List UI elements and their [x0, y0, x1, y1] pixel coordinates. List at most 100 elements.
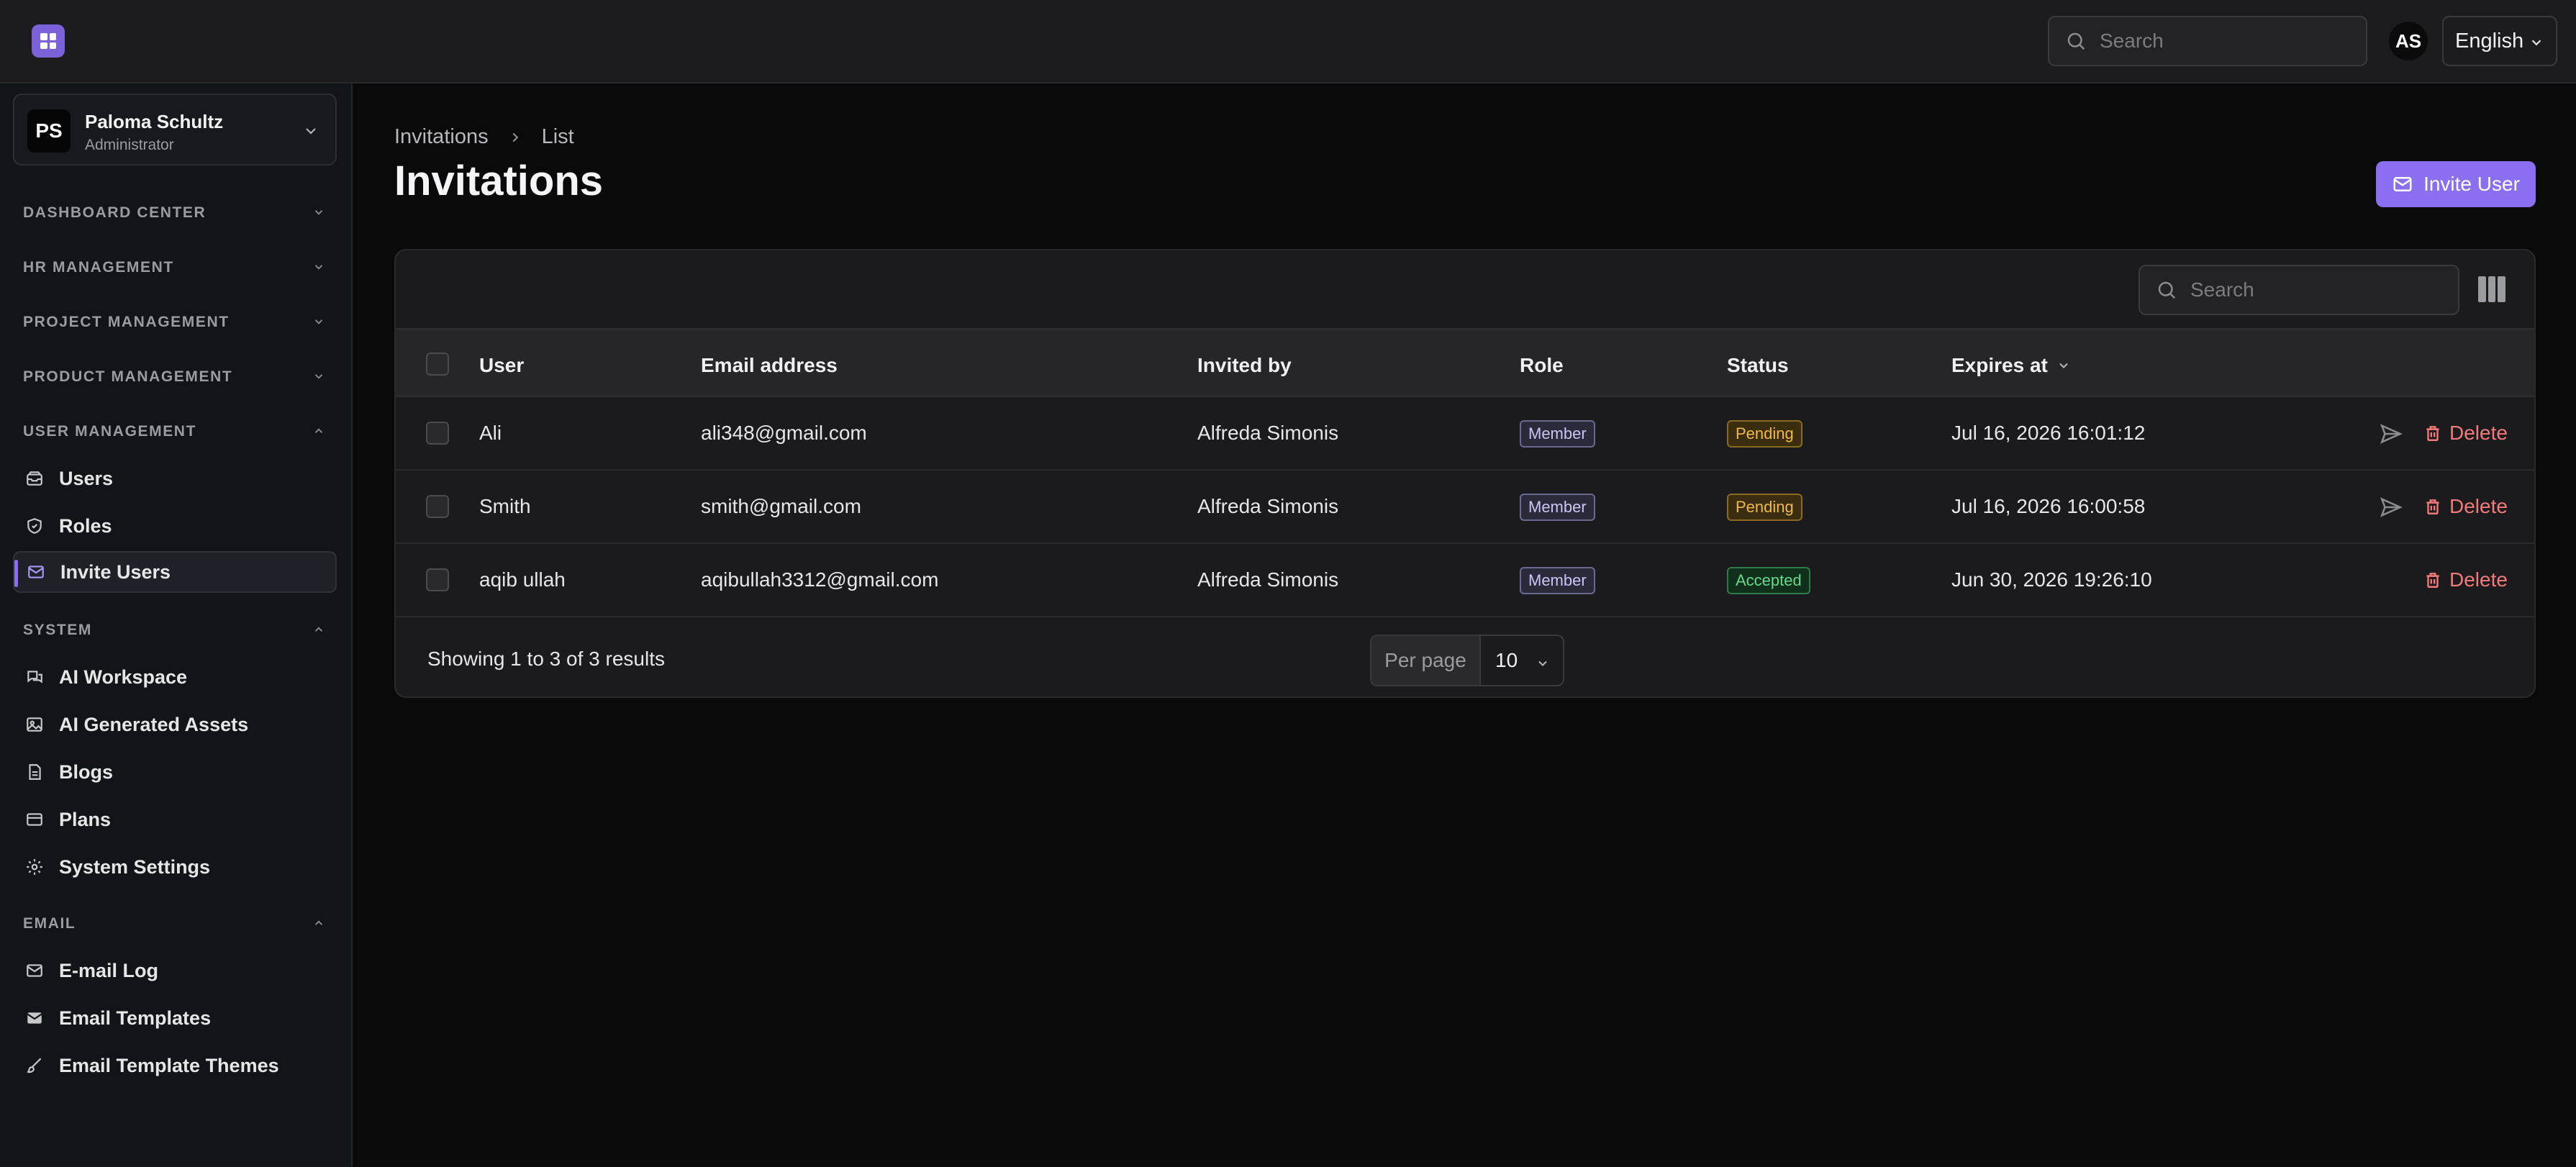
table-search-box[interactable]	[2139, 265, 2459, 315]
chevron-down-icon[interactable]	[312, 260, 325, 273]
global-search-input[interactable]	[2100, 29, 2337, 53]
per-page-value[interactable]: 10	[1481, 636, 1563, 685]
section-system[interactable]: SYSTEM	[23, 622, 92, 639]
cell-invited-by: Alfreda Simonis	[1197, 422, 1339, 444]
sidebar-item-plans[interactable]: Plans	[13, 799, 337, 840]
user-name: Paloma Schultz	[85, 111, 224, 132]
chevron-down-icon[interactable]	[312, 315, 325, 328]
sidebar-item-label: Email Template Themes	[59, 1054, 279, 1076]
breadcrumb-invitations[interactable]: Invitations	[394, 125, 489, 149]
resend-send-icon[interactable]	[2379, 422, 2403, 446]
sidebar: PS Paloma Schultz Administrator DASHBOAR…	[0, 83, 353, 1167]
user-avatar[interactable]: AS	[2389, 22, 2428, 60]
section-dashboard-center[interactable]: DASHBOARD CENTER	[23, 204, 206, 222]
section-user-management[interactable]: USER MANAGEMENT	[23, 423, 196, 440]
chevron-up-icon[interactable]	[312, 623, 325, 636]
gear-icon	[27, 859, 42, 875]
column-header-user: User	[479, 354, 525, 376]
users-inbox-icon	[27, 471, 42, 486]
row-checkbox[interactable]	[426, 495, 449, 518]
chevron-right-icon	[512, 132, 518, 142]
sidebar-item-ai-generated-assets[interactable]: AI Generated Assets	[13, 704, 337, 745]
column-header-email: Email address	[701, 354, 838, 376]
breadcrumb: Invitations List	[394, 125, 574, 149]
table-search-input[interactable]	[2190, 278, 2428, 301]
delete-button[interactable]: Delete	[2423, 422, 2508, 445]
cell-expires-at: Jun 30, 2026 19:26:10	[1951, 568, 2152, 591]
global-search-box[interactable]	[2048, 16, 2367, 66]
envelope-icon	[2393, 177, 2412, 191]
row-checkbox[interactable]	[426, 568, 449, 591]
app-logo-icon[interactable]	[32, 24, 65, 58]
results-summary: Showing 1 to 3 of 3 results	[427, 648, 665, 670]
chevron-down-icon[interactable]	[312, 370, 325, 383]
chevron-down-icon	[2531, 40, 2541, 46]
trash-icon	[2426, 499, 2439, 514]
status-badge: Accepted	[1727, 567, 1810, 594]
section-product-management[interactable]: PRODUCT MANAGEMENT	[23, 368, 232, 386]
per-page-select[interactable]: Per page 10	[1370, 635, 1564, 686]
section-email[interactable]: EMAIL	[23, 915, 76, 932]
sidebar-item-label: Invite Users	[60, 560, 171, 583]
column-toggle-icon[interactable]	[2478, 276, 2506, 302]
invite-user-button[interactable]: Invite User	[2376, 161, 2536, 207]
cell-invited-by: Alfreda Simonis	[1197, 568, 1339, 591]
column-header-role: Role	[1520, 354, 1564, 376]
section-hr-management[interactable]: HR MANAGEMENT	[23, 259, 174, 276]
sidebar-item-email-template-themes[interactable]: Email Template Themes	[13, 1045, 337, 1086]
sort-chevron-down-icon	[2059, 363, 2068, 368]
sidebar-item-email-log[interactable]: E-mail Log	[13, 950, 337, 991]
sidebar-item-label: System Settings	[59, 855, 211, 878]
delete-label: Delete	[2449, 422, 2508, 444]
sidebar-item-ai-workspace[interactable]: AI Workspace	[13, 656, 337, 698]
sidebar-item-label: AI Generated Assets	[59, 713, 249, 735]
column-header-expires-at[interactable]: Expires at	[1951, 354, 2071, 377]
role-badge: Member	[1520, 420, 1595, 448]
envelope-filled-icon	[27, 1012, 42, 1024]
delete-label: Delete	[2449, 495, 2508, 517]
sidebar-item-roles[interactable]: Roles	[13, 505, 337, 547]
credit-card-icon	[27, 813, 42, 826]
sidebar-item-email-templates[interactable]: Email Templates	[13, 997, 337, 1039]
cell-invited-by: Alfreda Simonis	[1197, 495, 1339, 517]
language-label: English	[2455, 29, 2524, 53]
column-header-status: Status	[1727, 354, 1789, 376]
search-icon	[2158, 281, 2176, 299]
chevron-up-icon[interactable]	[312, 424, 325, 437]
resend-send-icon[interactable]	[2379, 495, 2403, 519]
sidebar-item-label: Plans	[59, 808, 112, 830]
shield-check-icon	[27, 518, 42, 534]
search-icon	[2067, 32, 2085, 50]
invite-user-label: Invite User	[2423, 173, 2520, 195]
delete-button[interactable]: Delete	[2423, 568, 2508, 591]
chevron-down-icon[interactable]	[312, 206, 325, 219]
column-header-label: Expires at	[1951, 354, 2048, 376]
user-switcher[interactable]: PS Paloma Schultz Administrator	[13, 94, 337, 165]
page-title: Invitations	[394, 158, 604, 204]
envelope-icon	[28, 566, 44, 578]
paintbrush-icon	[27, 1058, 42, 1073]
sidebar-item-users[interactable]: Users	[13, 458, 337, 499]
chevron-up-icon[interactable]	[312, 917, 325, 930]
select-all-checkbox[interactable]	[426, 353, 449, 376]
sidebar-item-system-settings[interactable]: System Settings	[13, 846, 337, 888]
top-bar: AS English	[0, 0, 2576, 83]
sidebar-item-invite-users[interactable]: Invite Users	[13, 551, 337, 593]
trash-icon	[2426, 426, 2439, 441]
section-project-management[interactable]: PROJECT MANAGEMENT	[23, 314, 230, 331]
table-row: Smith smith@gmail.com Alfreda Simonis Me…	[396, 471, 2534, 544]
user-avatar: PS	[27, 109, 71, 153]
cell-email: smith@gmail.com	[701, 495, 861, 517]
delete-button[interactable]: Delete	[2423, 495, 2508, 518]
row-checkbox[interactable]	[426, 422, 449, 445]
per-page-label: Per page	[1371, 636, 1481, 685]
trash-icon	[2426, 573, 2439, 588]
sidebar-item-label: Email Templates	[59, 1007, 212, 1029]
sidebar-item-blogs[interactable]: Blogs	[13, 751, 337, 793]
role-badge: Member	[1520, 494, 1595, 521]
chevron-down-icon	[1538, 660, 1547, 666]
breadcrumb-list: List	[541, 125, 574, 148]
language-select[interactable]: English	[2442, 16, 2557, 66]
invitations-table-panel: User Email address Invited by Role Statu…	[394, 249, 2536, 698]
cell-email: aqibullah3312@gmail.com	[701, 568, 939, 591]
